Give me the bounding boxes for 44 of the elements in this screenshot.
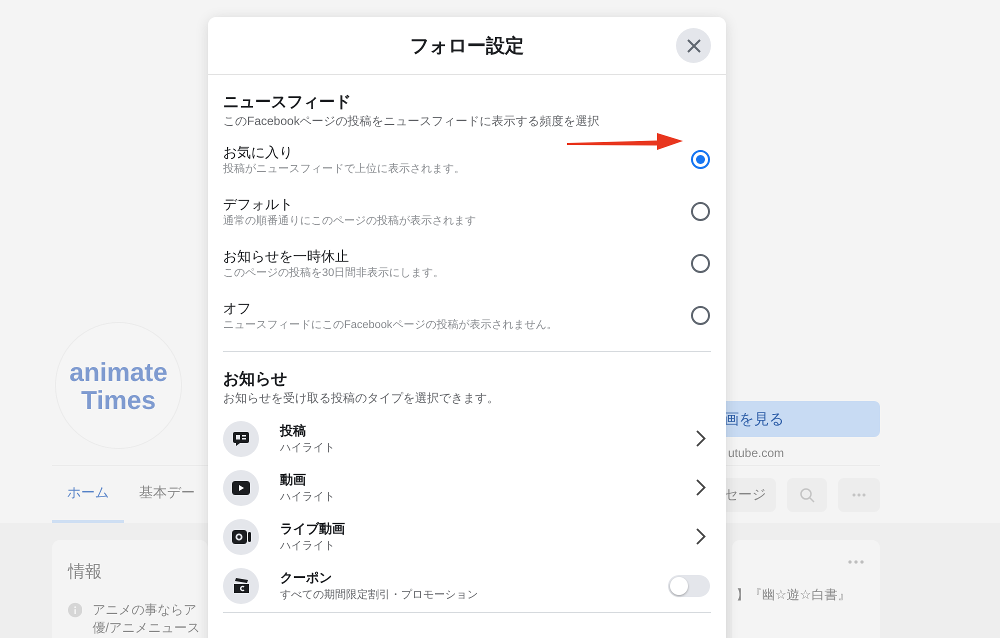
section-title: お知らせ bbox=[223, 370, 288, 390]
info-icon bbox=[68, 601, 82, 619]
notification-value: ハイライト bbox=[280, 490, 336, 504]
notification-label[interactable]: ライブ動画 bbox=[280, 520, 675, 538]
option-label: オフ bbox=[223, 298, 252, 318]
page-logo: animate Times bbox=[55, 322, 182, 449]
radio-button[interactable] bbox=[691, 202, 710, 220]
option-description: 通常の順番通りにこのページの投稿が表示されます bbox=[223, 214, 476, 228]
chevron-right-icon[interactable] bbox=[696, 430, 706, 447]
coupon-icon bbox=[232, 577, 250, 594]
notification-value: ハイライト bbox=[280, 440, 336, 456]
info-text: アニメの事ならア 優/アニメニュース bbox=[92, 601, 200, 637]
notification-value: すべての期間限定割引・プロモーション bbox=[280, 588, 479, 602]
option-label: お気に入り bbox=[223, 142, 294, 162]
radio-button[interactable] bbox=[691, 254, 710, 272]
search-icon bbox=[799, 486, 815, 502]
radio-button[interactable] bbox=[691, 306, 710, 324]
option-description: ニュースフィードにこのFacebookページの投稿が表示されません。 bbox=[223, 318, 558, 332]
more-icon bbox=[852, 492, 866, 496]
close-icon bbox=[686, 38, 702, 54]
option-label: デフォルト bbox=[223, 194, 294, 214]
chevron-right-icon[interactable] bbox=[696, 479, 706, 496]
notification-label[interactable]: クーポン bbox=[280, 568, 647, 586]
notification-label[interactable]: 投稿 bbox=[280, 422, 675, 440]
post-text: 】『幽☆遊☆白書』 bbox=[736, 586, 850, 604]
section-description: お知らせを受け取る投稿のタイプを選択できます。 bbox=[223, 390, 500, 406]
page-tab[interactable]: ホーム bbox=[52, 466, 124, 523]
option-description: 投稿がニュースフィードで上位に表示されます。 bbox=[223, 162, 465, 176]
card-title: 情報 bbox=[68, 561, 102, 583]
toggle-switch[interactable] bbox=[668, 574, 710, 596]
section-description: このFacebookページの投稿をニュースフィードに表示する頻度を選択 bbox=[223, 113, 601, 129]
option-label: お知らせを一時休止 bbox=[223, 246, 350, 266]
chevron-right-icon[interactable] bbox=[696, 528, 706, 545]
page-tab[interactable]: 基本デー bbox=[124, 466, 210, 523]
play-icon bbox=[232, 480, 250, 494]
radio-button[interactable] bbox=[691, 150, 710, 168]
option-description: このページの投稿を30日間非表示にします。 bbox=[223, 266, 444, 280]
dialog-title: フォロー設定 bbox=[410, 34, 524, 58]
notification-value: ハイライト bbox=[280, 538, 336, 554]
video-camera-icon bbox=[232, 530, 250, 544]
section-title: ニュースフィード bbox=[223, 93, 352, 113]
close-button[interactable] bbox=[676, 28, 711, 63]
notification-label[interactable]: 動画 bbox=[280, 470, 675, 488]
speech-bubble-icon bbox=[232, 430, 250, 448]
